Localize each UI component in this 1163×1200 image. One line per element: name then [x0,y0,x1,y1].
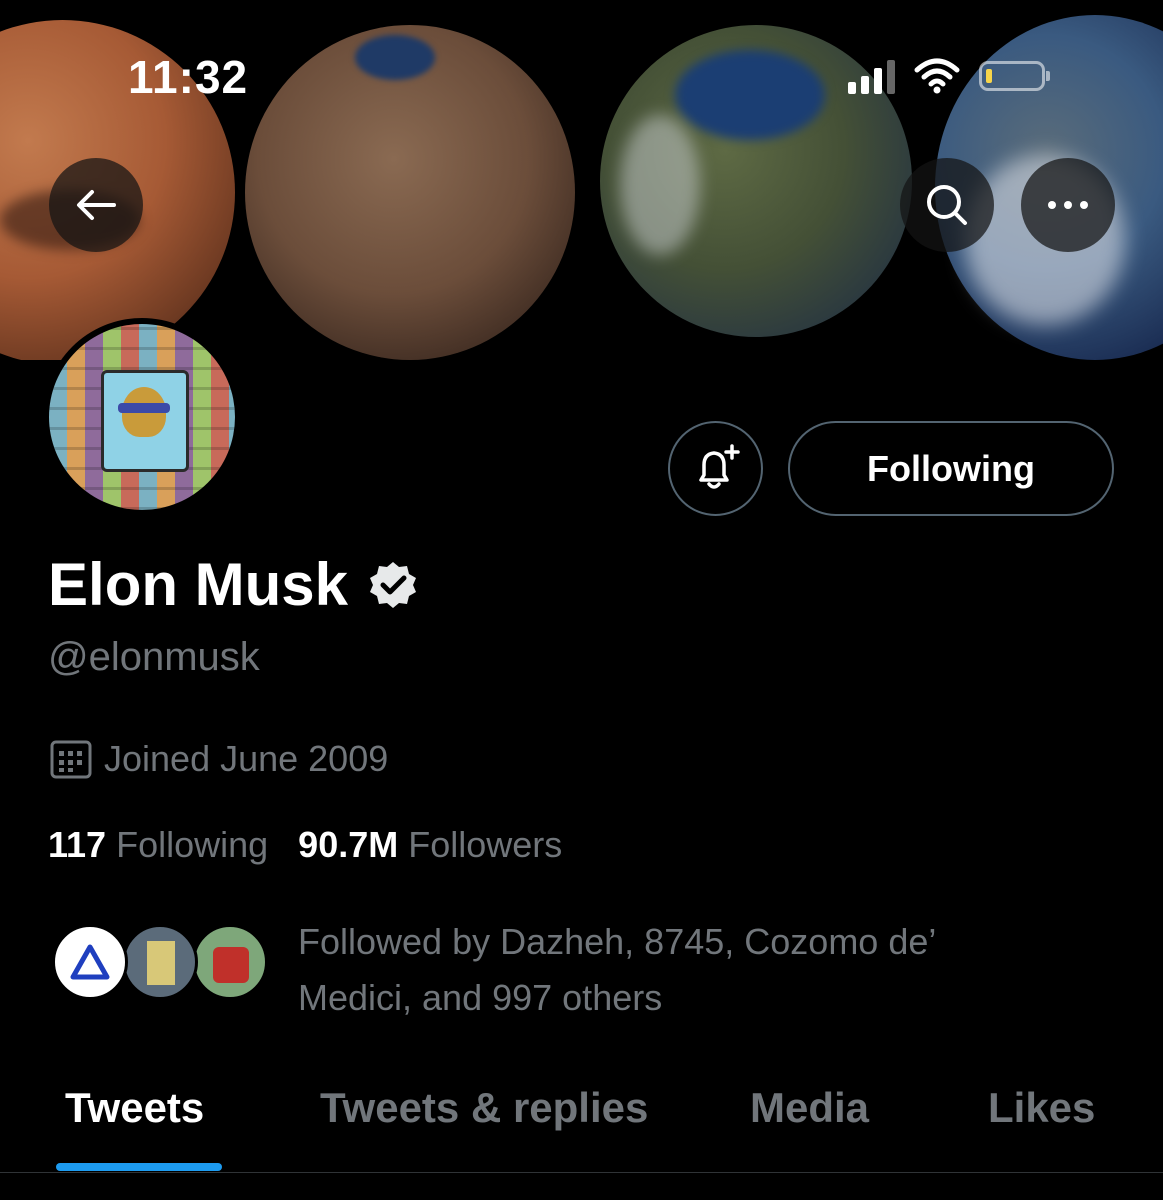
followed-by-avatars[interactable] [52,924,272,1000]
tab-media[interactable]: Media [750,1084,869,1132]
profile-handle: @elonmusk [48,635,260,679]
verified-badge-icon [370,561,417,608]
status-time: 11:32 [128,51,249,103]
following-count: 117 [48,824,107,865]
planet-mars-early [245,25,575,360]
avatar[interactable] [43,318,241,516]
profile-name-row: Elon Musk [48,550,418,619]
search-button[interactable] [900,158,994,252]
bell-plus-icon [698,443,740,489]
arrow-left-icon [77,190,116,220]
follower-avatar [52,924,128,1000]
followers-label: Followers [408,824,563,865]
calendar-icon [50,740,92,779]
active-tab-indicator [56,1163,222,1171]
tab-tweets[interactable]: Tweets [65,1084,204,1132]
tab-likes[interactable]: Likes [988,1084,1095,1132]
following-stat[interactable]: 117 Following [48,824,268,866]
follow-stats: 117 Following 90.7M Followers [48,824,562,866]
followers-stat[interactable]: 90.7M Followers [298,824,562,866]
back-button[interactable] [49,158,143,252]
follower-avatar [192,924,268,1000]
followers-count: 90.7M [298,824,399,865]
notifications-button[interactable] [668,421,763,516]
tab-tweets-replies[interactable]: Tweets & replies [320,1084,648,1132]
follower-avatar [122,924,198,1000]
battery-low-icon [979,61,1050,91]
joined-text: Joined June 2009 [104,738,389,779]
followed-by-text[interactable]: Followed by Dazheh, 8745, Cozomo de’ Med… [298,914,1018,1026]
search-icon [927,185,967,225]
avatar-image [49,324,235,510]
status-icons [848,58,1050,94]
cellular-signal-icon [848,58,895,94]
joined-date: Joined June 2009 [50,738,388,780]
profile-name: Elon Musk [48,551,349,618]
following-label: Following [116,824,269,865]
more-horizontal-icon [1048,201,1088,209]
following-button[interactable]: Following [788,421,1114,516]
wifi-icon [914,58,960,94]
more-button[interactable] [1021,158,1115,252]
profile-tabs: Tweets Tweets & replies Media Likes [0,1072,1163,1173]
